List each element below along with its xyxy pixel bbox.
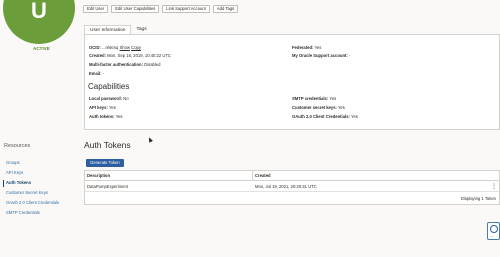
local-password-value: No (123, 96, 129, 101)
auth-tokens-capability-value: Yes (115, 114, 123, 119)
smtp-value: Yes (329, 96, 337, 101)
token-description-cell: DataPumpExperiment (85, 182, 253, 192)
email-label: Email: (89, 71, 102, 76)
edit-user-capabilities-button[interactable]: Edit User Capabilities (111, 5, 160, 13)
resource-link-oauth-credentials[interactable]: OAuth 2.0 Client Credentials (6, 200, 59, 205)
support-account-label: My Oracle Support account: (292, 53, 348, 58)
created-value: Mon, Sep 16, 2019, 10:40:22 UTC (107, 53, 171, 58)
show-ocid-link[interactable]: Show (120, 45, 130, 50)
link-support-account-button[interactable]: Link Support Account (162, 5, 210, 13)
edit-user-button[interactable]: Edit User (83, 5, 109, 13)
mfa-row: Multi-factor authentication: Disabled (89, 62, 160, 67)
row-actions-kebab-icon[interactable]: ⋮ (491, 182, 497, 192)
resource-link-auth-tokens[interactable]: Auth Tokens (6, 180, 31, 185)
capabilities-heading: Capabilities (88, 82, 130, 91)
resources-heading: Resources (4, 143, 31, 149)
oauth-label: OAuth 2.0 Client Credentials: (292, 114, 350, 119)
smtp-label: SMTP credentials: (292, 96, 329, 101)
support-account-row: My Oracle Support account: - (292, 53, 350, 58)
column-header-description[interactable]: Description (85, 171, 253, 181)
api-keys-value: Yes (108, 105, 116, 110)
federated-label: Federated: (292, 45, 314, 50)
token-created-cell: Mon, Jul 19, 2021, 20:20:31 UTC (253, 182, 499, 192)
customer-secret-row: Customer secret keys: Yes (292, 105, 345, 110)
user-information-panel: OCID: ...rrkkmq Show Copy Created: Mon, … (84, 34, 500, 130)
customer-secret-label: Customer secret keys: (292, 105, 337, 110)
federated-value: Yes (314, 45, 322, 50)
oauth-row: OAuth 2.0 Client Credentials: Yes (292, 114, 358, 119)
help-widget-handle-icon: ⋯ (490, 234, 494, 239)
ocid-label: OCID: (89, 45, 101, 50)
email-row: Email: - (89, 71, 104, 76)
created-row: Created: Mon, Sep 16, 2019, 10:40:22 UTC (89, 53, 171, 58)
ocid-value: ...rrkkmq (102, 45, 119, 50)
auth-tokens-heading: Auth Tokens (84, 140, 131, 150)
mfa-label: Multi-factor authentication: (89, 62, 143, 67)
ocid-row: OCID: ...rrkkmq Show Copy (89, 45, 141, 50)
user-status-badge: ACTIVE (33, 46, 50, 51)
generate-token-button[interactable]: Generate Token (86, 159, 124, 167)
resource-link-smtp-credentials[interactable]: SMTP Credentials (6, 210, 40, 215)
auth-tokens-table: Description Created DataPumpExperiment M… (84, 170, 500, 205)
api-keys-row: API keys: Yes (89, 105, 116, 110)
avatar-letter: U (31, 0, 47, 23)
federated-row: Federated: Yes (292, 45, 321, 50)
auth-tokens-capability-label: Auth tokens: (89, 114, 115, 119)
mfa-value: Disabled (144, 62, 161, 67)
support-account-value: - (349, 53, 351, 58)
local-password-row: Local password: No (89, 96, 129, 101)
api-keys-label: API keys: (89, 105, 108, 110)
smtp-row: SMTP credentials: Yes (292, 96, 336, 101)
active-resource-marker (3, 180, 4, 187)
auth-tokens-capability-row: Auth tokens: Yes (89, 114, 123, 119)
column-header-created[interactable]: Created (253, 171, 499, 181)
resource-link-api-keys[interactable]: API Keys (6, 170, 23, 175)
oauth-value: Yes (351, 114, 358, 119)
resource-link-groups[interactable]: Groups (6, 160, 20, 165)
add-tags-button[interactable]: Add Tags (212, 5, 239, 13)
user-avatar: U (3, 0, 75, 44)
mouse-pointer-icon (147, 136, 153, 143)
copy-ocid-link[interactable]: Copy (131, 45, 141, 50)
customer-secret-value: Yes (338, 105, 345, 110)
help-widget[interactable]: ⋯ (487, 222, 500, 240)
email-value: - (102, 71, 105, 76)
help-lifebuoy-icon[interactable] (490, 225, 498, 233)
resource-link-customer-secret-keys[interactable]: Customer Secret Keys (6, 190, 48, 195)
user-actions-toolbar: Edit User Edit User Capabilities Link Su… (83, 5, 239, 13)
local-password-label: Local password: (89, 96, 123, 101)
table-footer-count: Displaying 1 Token (460, 196, 496, 201)
created-label: Created: (89, 53, 106, 58)
